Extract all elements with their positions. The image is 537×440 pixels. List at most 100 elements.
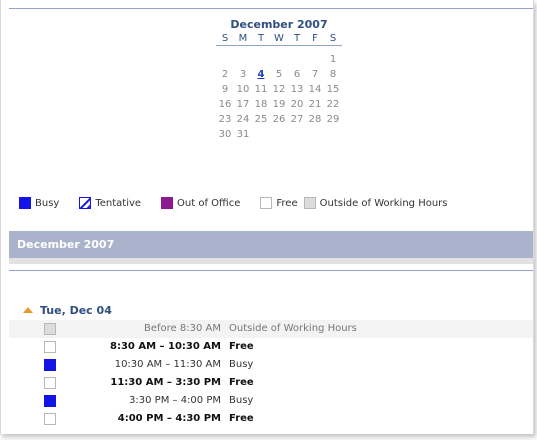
- slot-status: Free: [229, 377, 254, 388]
- calendar-day[interactable]: 31: [234, 127, 252, 142]
- day-header-label: Tue, Dec 04: [40, 303, 112, 317]
- calendar-day[interactable]: 27: [288, 112, 306, 127]
- calendar-empty-cell: [252, 127, 270, 142]
- outside-status-icon: [44, 323, 56, 335]
- day-header-toggle[interactable]: Tue, Dec 04: [23, 302, 112, 318]
- weekday-label: M: [238, 33, 248, 44]
- calendar-day[interactable]: 8: [324, 67, 342, 82]
- calendar-day[interactable]: 9: [216, 82, 234, 97]
- calendar-day[interactable]: 19: [270, 97, 288, 112]
- calendar-empty-cell: [270, 52, 288, 67]
- calendar-empty-cell: [270, 127, 288, 142]
- weekday-label: F: [312, 33, 318, 44]
- legend-free: Free: [260, 197, 298, 209]
- legend-free-label: Free: [276, 197, 298, 209]
- legend-tentative: Tentative: [79, 197, 141, 209]
- slot-status: Outside of Working Hours: [229, 323, 357, 334]
- calendar-day[interactable]: 16: [216, 97, 234, 112]
- time-slot-row: Before 8:30 AM Outside of Working Hours: [9, 320, 533, 338]
- legend-outside-hours: Outside of Working Hours: [303, 197, 448, 209]
- legend-busy: Busy: [19, 197, 59, 209]
- calendar-day-selected[interactable]: 4: [252, 67, 270, 82]
- time-slot-list: Before 8:30 AM Outside of Working Hours 8:…: [9, 320, 533, 428]
- calendar-day[interactable]: 7: [306, 67, 324, 82]
- slot-time-range: 3:30 PM – 4:00 PM: [129, 395, 221, 406]
- slot-status: Busy: [229, 359, 254, 370]
- calendar-day[interactable]: 11: [252, 82, 270, 97]
- calendar-empty-cell: [306, 52, 324, 67]
- calendar-day[interactable]: 28: [306, 112, 324, 127]
- legend-busy-label: Busy: [35, 197, 60, 209]
- availability-legend: Busy Tentative Out of Office Free Outsid…: [19, 196, 468, 210]
- time-slot-row: 3:30 PM – 4:00 PM Busy: [9, 392, 533, 410]
- outside-hours-swatch-icon: [303, 197, 316, 209]
- calendar-day[interactable]: 23: [216, 112, 234, 127]
- weekday-label: S: [329, 33, 337, 44]
- calendar-day[interactable]: 6: [288, 67, 306, 82]
- weekday-label: T: [293, 33, 301, 44]
- legend-out-of-office: Out of Office: [161, 197, 240, 209]
- out-of-office-swatch-icon: [161, 197, 174, 209]
- banner-shadow: [9, 258, 533, 264]
- calendar-empty-cell: [288, 52, 306, 67]
- calendar-day[interactable]: 2: [216, 67, 234, 82]
- calendar-day[interactable]: 12: [270, 82, 288, 97]
- collapse-triangle-icon[interactable]: [23, 307, 33, 313]
- slot-time-range: 8:30 AM – 10:30 AM: [109, 341, 221, 352]
- calendar-empty-cell: [252, 52, 270, 67]
- free-busy-window: December 2007 SMTWTFS 1 2 3 4 5 6 7 8 9 10 11 12 13 1…: [0, 0, 534, 434]
- calendar-week-row: 1: [216, 52, 342, 67]
- calendar-empty-cell: [306, 127, 324, 142]
- calendar-day[interactable]: 15: [324, 82, 342, 97]
- legend-out-of-office-label: Out of Office: [177, 197, 241, 209]
- mini-calendar-title: December 2007: [230, 18, 328, 31]
- calendar-day[interactable]: 10: [234, 82, 252, 97]
- slot-time-range: Before 8:30 AM: [144, 323, 221, 334]
- calendar-day[interactable]: 1: [324, 52, 342, 67]
- slot-time-range: 4:00 PM – 4:30 PM: [117, 413, 221, 424]
- weekday-header-row: SMTWTFS: [216, 32, 342, 46]
- slot-status: Free: [229, 413, 254, 424]
- calendar-day[interactable]: 3: [234, 67, 252, 82]
- calendar-empty-cell: [234, 52, 252, 67]
- slot-time-range: 11:30 AM – 3:30 PM: [110, 377, 221, 388]
- mini-calendar-grid: SMTWTFS 1 2 3 4 5 6 7 8 9 10 11 12 13 14 15 16 17 18 19 20 2…: [216, 32, 342, 142]
- busy-status-icon: [44, 395, 56, 407]
- calendar-day[interactable]: 17: [234, 97, 252, 112]
- calendar-day[interactable]: 5: [270, 67, 288, 82]
- calendar-day[interactable]: 13: [288, 82, 306, 97]
- free-status-icon: [44, 341, 56, 353]
- calendar-day[interactable]: 21: [306, 97, 324, 112]
- top-divider: [9, 8, 533, 9]
- calendar-day[interactable]: 22: [324, 97, 342, 112]
- busy-status-icon: [44, 359, 56, 371]
- calendar-week-row: 16 17 18 19 20 21 22: [216, 97, 342, 112]
- free-status-icon: [44, 377, 56, 389]
- calendar-day[interactable]: 18: [252, 97, 270, 112]
- banner-divider: [9, 270, 533, 271]
- calendar-week-row: 9 10 11 12 13 14 15: [216, 82, 342, 97]
- time-slot-row: 8:30 AM – 10:30 AM Free: [9, 338, 533, 356]
- slot-status: Free: [229, 341, 254, 352]
- calendar-week-row: 30 31: [216, 127, 342, 142]
- calendar-day[interactable]: 24: [234, 112, 252, 127]
- legend-tentative-label: Tentative: [95, 197, 142, 209]
- calendar-day[interactable]: 29: [324, 112, 342, 127]
- time-slot-row: 10:30 AM – 11:30 AM Busy: [9, 356, 533, 374]
- calendar-day[interactable]: 20: [288, 97, 306, 112]
- calendar-week-row: 2345678: [216, 67, 342, 82]
- weekday-label: S: [221, 33, 229, 44]
- legend-outside-hours-label: Outside of Working Hours: [319, 197, 448, 209]
- time-slot-row: 11:30 AM – 3:30 PM Free: [9, 374, 533, 392]
- slot-time-range: 10:30 AM – 11:30 AM: [114, 359, 221, 370]
- free-status-icon: [44, 413, 56, 425]
- calendar-day[interactable]: 14: [306, 82, 324, 97]
- free-swatch-icon: [260, 197, 273, 209]
- weekday-label: T: [257, 33, 265, 44]
- calendar-day[interactable]: 25: [252, 112, 270, 127]
- calendar-empty-cell: [324, 127, 342, 142]
- calendar-day[interactable]: 26: [270, 112, 288, 127]
- calendar-day[interactable]: 30: [216, 127, 234, 142]
- time-slot-row: 4:00 PM – 4:30 PM Free: [9, 410, 533, 428]
- mini-calendar: December 2007 SMTWTFS 1 2 3 4 5 6 7 8 9 10 11 12 13 1…: [186, 17, 372, 142]
